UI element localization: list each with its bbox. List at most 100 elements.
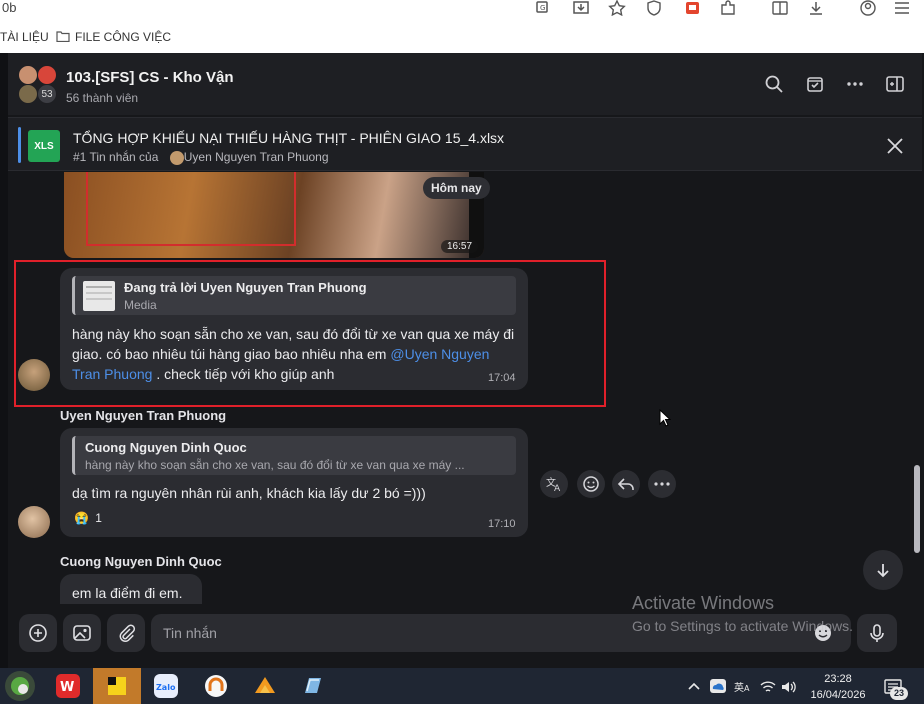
- message-bubble-3[interactable]: em la điểm đi em.: [60, 574, 202, 604]
- toggle-sidebar-icon[interactable]: [882, 71, 908, 97]
- group-avatar[interactable]: 53: [18, 65, 58, 105]
- bookmark-tai-lieu[interactable]: TÀI LIỆU: [0, 30, 49, 44]
- tray-language-icon[interactable]: 英A: [734, 680, 752, 694]
- reply-subtitle: Media: [124, 298, 157, 312]
- plus-circle-icon: [29, 624, 47, 642]
- reply-quote-2[interactable]: Cuong Nguyen Dinh Quoc hàng này kho soạn…: [72, 436, 516, 475]
- sender-avatar-uyen[interactable]: [18, 506, 50, 538]
- taskbar-sticky-notes-icon[interactable]: [93, 668, 141, 704]
- folder-icon: [56, 30, 70, 42]
- quote-text-2: hàng này kho soạn sẵn cho xe van, sau đó…: [85, 458, 465, 472]
- chat-scrollbar-thumb[interactable]: [914, 465, 920, 553]
- quote-title-2: Cuong Nguyen Dinh Quoc: [85, 440, 247, 455]
- install-icon[interactable]: [572, 0, 590, 16]
- image-time: 16:57: [441, 240, 479, 253]
- message-time-1: 17:04: [488, 372, 516, 384]
- notification-count-badge: 23: [890, 687, 908, 700]
- message-bubble-1[interactable]: Đang trả lời Uyen Nguyen Tran Phuong Med…: [60, 268, 528, 390]
- taskbar-notepad-icon[interactable]: [298, 671, 328, 701]
- message-text-1-part2: . check tiếp với kho giúp anh: [152, 366, 335, 382]
- image-upload-button[interactable]: [63, 614, 101, 652]
- image-message[interactable]: 16:57: [64, 172, 484, 258]
- emoji-reaction-icon[interactable]: [577, 470, 605, 498]
- sender-avatar-cuong[interactable]: [18, 359, 50, 391]
- reaction-pill[interactable]: 😭 1: [74, 511, 102, 525]
- media-thumbnail: [83, 281, 115, 311]
- tray-volume-icon[interactable]: [781, 680, 797, 694]
- browser-toolbar: 0b G: [0, 0, 924, 22]
- arrow-down-icon: [877, 564, 889, 578]
- pinned-accent-bar: [18, 127, 21, 163]
- more-options-icon[interactable]: [842, 71, 868, 97]
- reaction-count: 1: [95, 511, 102, 525]
- member-avatar-3: [18, 84, 38, 104]
- member-avatar-2: [37, 65, 57, 85]
- puzzle-extensions-icon[interactable]: [719, 0, 737, 16]
- date-chip: Hôm nay: [423, 177, 490, 199]
- member-avatar-1: [18, 65, 38, 85]
- sender-avatar-small: [170, 151, 184, 165]
- bookmark-file-cong-viec[interactable]: FILE CÔNG VIỆC: [75, 30, 171, 44]
- taskbar-fox-icon[interactable]: [250, 671, 280, 701]
- add-attachment-button[interactable]: [19, 614, 57, 652]
- voice-message-button[interactable]: [857, 614, 897, 652]
- pinned-subtitle: #1 Tin nhắn của Uyen Nguyen Tran Phuong: [73, 150, 329, 165]
- svg-text:A: A: [554, 484, 561, 493]
- more-actions-icon[interactable]: [648, 470, 676, 498]
- tray-time[interactable]: 23:28: [808, 673, 868, 685]
- sender-name-uyen[interactable]: Uyen Nguyen Tran Phuong: [60, 408, 226, 423]
- menu-icon[interactable]: [893, 0, 911, 16]
- split-view-icon[interactable]: [771, 0, 789, 16]
- taskbar-ultraviewer-icon[interactable]: [201, 671, 231, 701]
- shield-extension-icon[interactable]: [645, 0, 663, 16]
- chat-title[interactable]: 103.[SFS] CS - Kho Vận: [66, 69, 234, 86]
- taskbar-wps-icon[interactable]: W: [53, 671, 83, 701]
- taskbar-app-green-icon[interactable]: [5, 671, 35, 701]
- paperclip-icon: [119, 624, 136, 643]
- extension-red-icon[interactable]: [684, 0, 702, 16]
- downloads-icon[interactable]: [807, 0, 825, 16]
- message-text-2: dạ tìm ra nguyên nhân rùi anh, khách kia…: [72, 485, 426, 501]
- photo-red-box: [86, 172, 296, 246]
- message-time-2: 17:10: [488, 518, 516, 530]
- tasks-icon[interactable]: [802, 71, 828, 97]
- reply-icon[interactable]: [612, 470, 640, 498]
- tray-wifi-icon[interactable]: [760, 680, 776, 694]
- taskbar-zalo-icon[interactable]: Zalo: [151, 671, 181, 701]
- svg-text:G: G: [540, 4, 545, 12]
- notification-center-icon[interactable]: 23: [883, 677, 908, 700]
- tray-date[interactable]: 16/04/2026: [804, 689, 872, 701]
- pinned-title: TỔNG HỢP KHIẾU NẠI THIẾU HÀNG THỊT - PHI…: [73, 130, 505, 146]
- message-bubble-2[interactable]: Cuong Nguyen Dinh Quoc hàng này kho soạn…: [60, 428, 528, 537]
- bookmark-star-icon[interactable]: [608, 0, 626, 16]
- pinned-message-bar[interactable]: XLS TỔNG HỢP KHIẾU NẠI THIẾU HÀNG THỊT -…: [8, 117, 922, 171]
- svg-text:A: A: [744, 684, 750, 693]
- profile-icon[interactable]: [859, 0, 877, 16]
- reaction-emoji: 😭: [74, 511, 89, 525]
- reply-quote-1[interactable]: Đang trả lời Uyen Nguyen Tran Phuong Med…: [72, 276, 516, 315]
- image-icon: [73, 625, 91, 641]
- svg-text:W: W: [60, 680, 74, 695]
- app-left-edge: [0, 53, 8, 668]
- svg-text:英: 英: [734, 681, 744, 694]
- translate-action-icon[interactable]: 文A: [540, 470, 568, 498]
- attach-file-button[interactable]: [107, 614, 145, 652]
- url-fragment[interactable]: 0b: [2, 0, 16, 15]
- tray-overflow-chevron-icon[interactable]: [687, 680, 701, 692]
- member-count[interactable]: 56 thành viên: [66, 91, 138, 105]
- search-icon[interactable]: [761, 71, 787, 97]
- tray-onedrive-icon[interactable]: [709, 678, 727, 694]
- bookmarks-bar: TÀI LIỆU FILE CÔNG VIỆC: [0, 22, 924, 53]
- chat-header: 53 103.[SFS] CS - Kho Vận 56 thành viên: [8, 53, 922, 115]
- message-text-1: hàng này kho soạn sẵn cho xe van, sau đó…: [72, 324, 520, 384]
- message-input-placeholder: Tin nhắn: [163, 625, 217, 641]
- reply-title: Đang trả lời Uyen Nguyen Tran Phuong: [124, 280, 367, 295]
- message-text-3: em la điểm đi em.: [72, 585, 183, 601]
- close-pinned-icon[interactable]: [882, 133, 908, 159]
- activate-windows-title: Activate Windows: [632, 593, 775, 613]
- translate-icon[interactable]: G: [535, 0, 553, 16]
- pinned-subtitle-prefix: #1 Tin nhắn của: [73, 150, 159, 164]
- mouse-cursor: [659, 409, 671, 427]
- scroll-to-bottom-button[interactable]: [863, 550, 903, 590]
- sender-name-cuong[interactable]: Cuong Nguyen Dinh Quoc: [60, 554, 222, 569]
